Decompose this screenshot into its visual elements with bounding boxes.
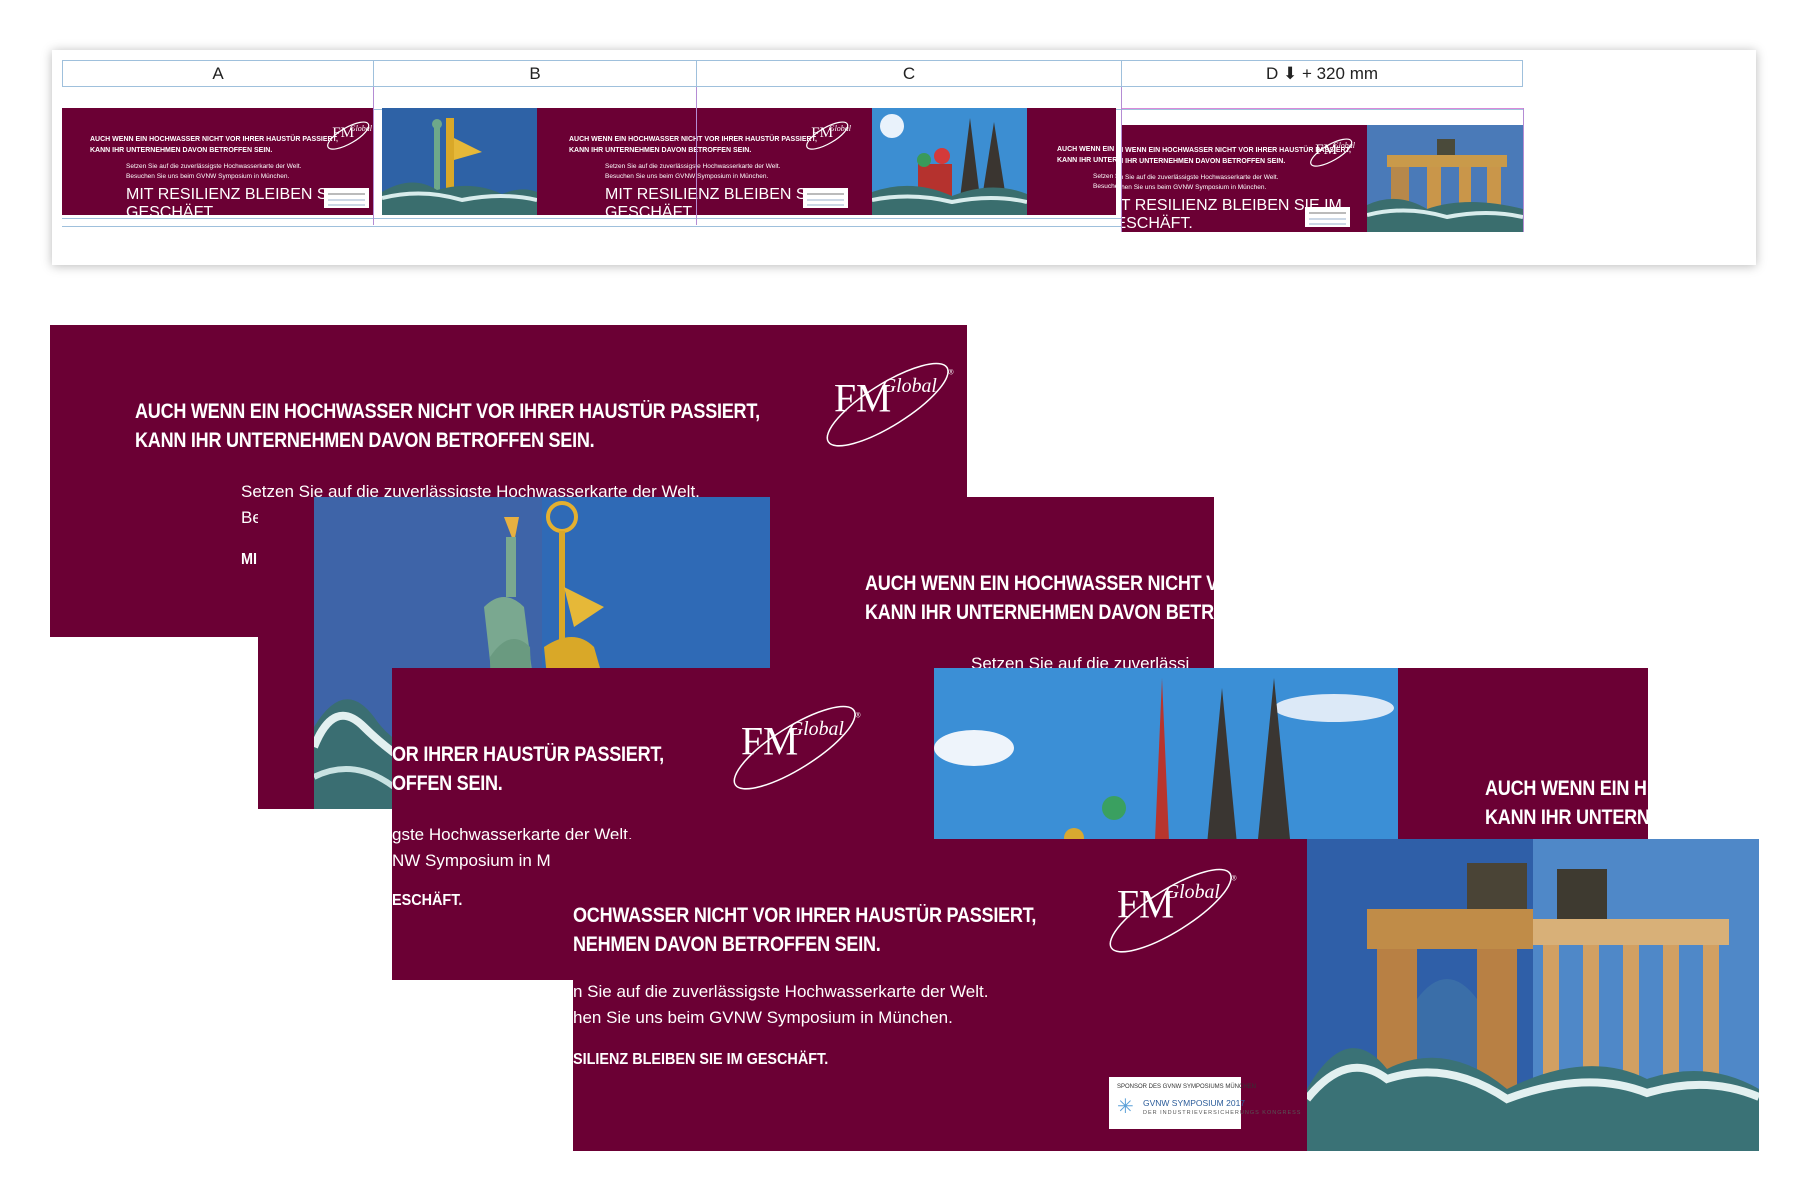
mini-body: Besuchen Sie uns beim GVNW Symposium in …: [1121, 184, 1267, 191]
guide-line: [373, 87, 374, 225]
mini-banner-1: AUCH WENN EIN HOCHWASSER NICHT VOR IHRER…: [62, 108, 374, 221]
banner-slogan: SILIENZ BLEIBEN SIE IM GESCHÄFT.: [573, 1051, 829, 1068]
image-gates: [1303, 839, 1759, 1151]
mini-headline: AUCH WENN EIN HOCHWASSER NICHT VOR IHRER…: [90, 136, 338, 143]
mini-headline: KANN IHR UNTERNEHMEN DAVON BETROFFEN SEI…: [90, 147, 273, 154]
svg-text:Global: Global: [789, 718, 845, 740]
headline-line: KANN IHR UNTERNEHMEN DAVON BETROFFEN SEI…: [135, 429, 595, 452]
mini-banner-2: AUCH WENN EIN HOCHWASSER NICHT VOR IHRER…: [537, 108, 872, 221]
body-line: n Sie auf die zuverlässigste Hochwasserk…: [573, 982, 989, 1001]
svg-text:Global: Global: [882, 375, 938, 397]
svg-text:®: ®: [948, 368, 954, 376]
mini-headline: KANN IHR UNTERNEHMEN DAVON BETROFFEN SEI…: [1057, 157, 1116, 164]
headline-line: OFFEN SEIN.: [392, 772, 503, 795]
layout-strip: A B C D ⬇ + 320 mm AUCH WENN EIN HOCHWAS…: [52, 50, 1756, 265]
guide-line: [1121, 87, 1122, 232]
column-header-a: A: [62, 60, 374, 87]
fm-global-logo: FM Global ®: [1103, 856, 1243, 956]
mini-body: Besuchen Sie uns beim GVNW Symposium in …: [126, 173, 290, 180]
svg-text:®: ®: [855, 711, 861, 719]
guide-line: [1121, 108, 1523, 109]
sponsor-event: GVNW SYMPOSIUM 2017: [1143, 1098, 1246, 1108]
fm-global-logo: FM Global: [324, 118, 374, 155]
mini-body: Setzen Sie auf die zuverlässigste Hochwa…: [605, 163, 781, 170]
svg-text:®: ®: [1231, 874, 1237, 882]
fm-global-logo: FM Global: [1307, 135, 1357, 172]
mini-image-cathedrals: [872, 108, 1027, 215]
mini-body: Besuchen Sie uns beim GVNW Symposium in …: [605, 173, 769, 180]
mini-body: Besuchen Sie uns beim GVNW Symposium in …: [1093, 183, 1116, 190]
guide-line: [696, 87, 697, 225]
banner-headline: AUCH WENN EIN H KANN IHR UNTERN: [1485, 774, 1648, 832]
banner-headline: OR IHRER HAUSTÜR PASSIERT, OFFEN SEIN.: [392, 740, 664, 798]
mini-body: Setzen Sie auf die zuverlässigste Hochwa…: [126, 163, 302, 170]
banner-slogan: MI: [241, 551, 258, 568]
headline-line: AUCH WENN EIN HOCHWASSER NICHT VOR IHRER…: [135, 400, 760, 423]
mini-image-statues: [382, 108, 537, 215]
banner-headline: AUCH WENN EIN HOCHWASSER NICHT V KANN IH…: [865, 569, 1214, 627]
sponsor-label: SPONSOR DES GVNW SYMPOSIUMS MÜNCHEN: [1117, 1084, 1257, 1090]
banner-headline: AUCH WENN EIN HOCHWASSER NICHT VOR IHRER…: [135, 397, 760, 455]
sponsor-badge: [1305, 207, 1350, 227]
svg-text:Global: Global: [1333, 141, 1356, 150]
mini-headline: AUCH WENN EIN HOCHWASSER NICHT VOR IHRER…: [1057, 146, 1116, 153]
detail-banner-4: OCHWASSER NICHT VOR IHRER HAUSTÜR PASSIE…: [573, 839, 1759, 1151]
mini-headline: AUCH WENN EIN HOCHWASSER NICHT VOR IHRER…: [569, 136, 817, 143]
mini-body: Setzen Sie auf die zuverlässigste Hochwa…: [1093, 173, 1116, 180]
headline-line: KANN IHR UNTERN: [1485, 806, 1648, 829]
fm-global-logo: FM Global: [803, 118, 853, 155]
column-header-c: C: [696, 60, 1122, 87]
banner-body: n Sie auf die zuverlässigste Hochwasserk…: [573, 979, 988, 1031]
mini-image-gates: [1367, 125, 1523, 232]
body-line: hen Sie uns beim GVNW Symposium in Münch…: [573, 1008, 953, 1027]
svg-text:Global: Global: [350, 124, 373, 133]
headline-line: OCHWASSER NICHT VOR IHRER HAUSTÜR PASSIE…: [573, 904, 1037, 927]
headline-line: OR IHRER HAUSTÜR PASSIERT,: [392, 743, 664, 766]
sponsor-badge: [324, 188, 369, 208]
banner-headline: OCHWASSER NICHT VOR IHRER HAUSTÜR PASSIE…: [573, 901, 1036, 959]
sponsor-subtitle: DER INDUSTRIEVERSICHERUNGS KONGRESS: [1143, 1110, 1302, 1116]
snowflake-icon: ✳: [1117, 1096, 1134, 1118]
guide-line: [1523, 108, 1524, 232]
mini-banner-3: AUCH WENN EIN HOCHWASSER NICHT VOR IHRER…: [1121, 125, 1367, 232]
sponsor-badge: SPONSOR DES GVNW SYMPOSIUMS MÜNCHEN ✳ GV…: [1109, 1077, 1300, 1129]
headline-line: AUCH WENN EIN HOCHWASSER NICHT V: [865, 572, 1214, 595]
svg-text:Global: Global: [1165, 881, 1221, 903]
svg-text:Global: Global: [829, 124, 852, 133]
mini-headline: KANN IHR UNTERNEHMEN DAVON BETROFFEN SEI…: [569, 147, 752, 154]
headline-line: NEHMEN DAVON BETROFFEN SEIN.: [573, 933, 881, 956]
fm-global-logo: FM Global ®: [727, 693, 867, 793]
fm-global-logo: FM Global ®: [820, 350, 960, 450]
banner-slogan: ESCHÄFT.: [392, 892, 463, 909]
mini-banner-3-left: AUCH WENN EIN HOCHWASSER NICHT VOR IHRER…: [1027, 108, 1116, 215]
sponsor-badge: [803, 188, 848, 208]
headline-line: AUCH WENN EIN H: [1485, 777, 1647, 800]
mini-body: Setzen Sie auf die zuverlässigste Hochwa…: [1121, 174, 1279, 181]
column-header-b: B: [373, 60, 697, 87]
headline-line: KANN IHR UNTERNEHMEN DAVON BETR: [865, 601, 1214, 624]
column-header-d: D ⬇ + 320 mm: [1121, 60, 1523, 87]
